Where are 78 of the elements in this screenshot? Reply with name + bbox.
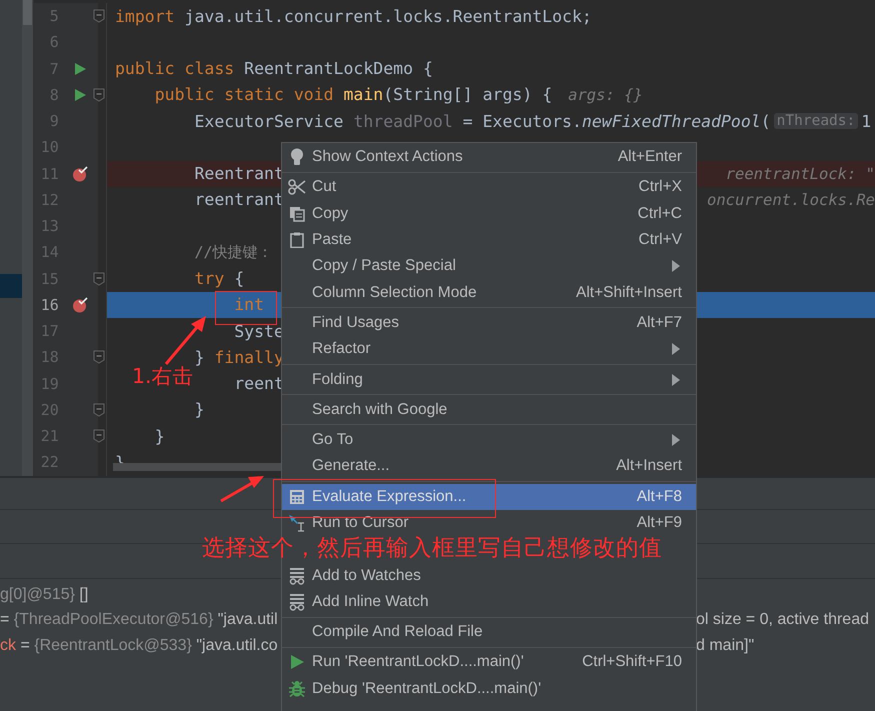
code-text: int xyxy=(234,295,264,314)
menu-item[interactable]: Run 'ReentrantLockD....main()' Ctrl+Shift+F10 xyxy=(282,649,696,676)
menu-item[interactable]: Add to Watches xyxy=(282,562,696,589)
code-text: Reentrant xyxy=(194,164,284,184)
run-icon[interactable] xyxy=(72,62,87,76)
code-text: } xyxy=(194,400,204,420)
selected-row xyxy=(0,274,22,298)
menu-item[interactable]: Column Selection Mode Alt+Shift+Insert xyxy=(282,279,696,306)
scrollbar[interactable] xyxy=(113,463,281,471)
shortcut-label: Ctrl+Shift+F10 xyxy=(582,653,682,672)
variable-text: = {ThreadPoolExecutor@516} "java.util xyxy=(0,611,278,630)
menu-item[interactable]: Copy / Paste Special xyxy=(282,253,696,280)
shortcut-label: Alt+F9 xyxy=(636,514,682,532)
fold-icon[interactable] xyxy=(93,9,105,24)
code-text: public class ReentrantLockDemo { xyxy=(115,59,433,78)
run-icon[interactable] xyxy=(72,88,87,102)
fold-icon[interactable] xyxy=(93,350,105,364)
menu-item[interactable]: Debug 'ReentrantLockD....main()' xyxy=(282,676,696,702)
fold-icon[interactable] xyxy=(93,429,105,444)
shortcut-label: Alt+F8 xyxy=(636,488,682,506)
shortcut-label: Ctrl+X xyxy=(638,178,682,196)
menu-item[interactable]: Go To xyxy=(282,426,696,454)
menu-item[interactable]: Cut Ctrl+X xyxy=(282,174,696,201)
code-text: } finally xyxy=(194,348,284,367)
code-text: } xyxy=(154,426,165,446)
menu-item[interactable]: Compile And Reload File xyxy=(282,619,696,646)
annotation-text: 1.右击 xyxy=(132,363,194,390)
menu-item[interactable]: Search with Google xyxy=(282,396,696,423)
watch-list-icon xyxy=(288,566,306,585)
shortcut-label: Ctrl+V xyxy=(638,231,682,250)
menu-item[interactable]: Show Context Actions Alt+Enter xyxy=(282,144,696,170)
parameter-hint: nThreads: xyxy=(774,113,858,130)
code-text: try { xyxy=(194,269,244,288)
inline-value: args: {} xyxy=(568,86,643,104)
scrollbar[interactable] xyxy=(22,0,33,476)
clipboard-icon xyxy=(290,232,304,248)
breakpoint-icon[interactable] xyxy=(72,166,88,182)
calculator-icon xyxy=(289,488,305,505)
code-text: reentrant xyxy=(194,190,284,210)
inline-value: oncurrent.locks.Re xyxy=(707,190,875,209)
scissors-icon xyxy=(288,179,306,196)
shortcut-label: Alt+Enter xyxy=(618,148,682,166)
shortcut-label: Alt+F7 xyxy=(636,314,682,332)
code-text: reent xyxy=(234,374,284,394)
code-text: //快捷键： xyxy=(194,242,273,262)
annotation-text: 选择这个，然后再输入框里写自己想修改的值 xyxy=(202,534,662,563)
copy-icon xyxy=(289,206,305,222)
cursor-arrow-icon xyxy=(288,514,306,532)
shortcut-label: Alt+Insert xyxy=(616,457,682,476)
code-text: ExecutorService threadPool = Executors.newFixedThreadPool( xyxy=(194,112,771,131)
menu-item[interactable]: Add Inline Watch xyxy=(282,588,696,616)
menu-item[interactable]: Generate... Alt+Insert xyxy=(282,453,696,480)
code-text: import java.util.concurrent.locks.ReentrantLock; xyxy=(115,6,592,26)
variable-text: ol size = 0, active thread xyxy=(696,611,870,630)
watch-list-icon xyxy=(288,592,306,611)
code-text: public static void main(String[] args) { xyxy=(154,85,552,104)
lightbulb-icon xyxy=(290,148,304,166)
variable-text: ck = {ReentrantLock@533} "java.util.co xyxy=(0,636,278,655)
breakpoint-icon[interactable] xyxy=(72,296,88,313)
play-icon xyxy=(289,654,305,670)
variable-text: g[0]@515} [] xyxy=(0,586,88,604)
menu-item[interactable]: Paste Ctrl+V xyxy=(282,226,696,254)
fold-icon[interactable] xyxy=(93,402,105,417)
inline-value: reentrantLock: " xyxy=(726,164,875,183)
fold-icon[interactable] xyxy=(93,88,105,102)
line-number: 16 xyxy=(40,296,59,314)
menu-item[interactable]: Folding xyxy=(282,366,696,393)
shortcut-label: Ctrl+C xyxy=(638,204,682,223)
menu-item[interactable]: Evaluate Expression... Alt+F8 xyxy=(282,484,696,510)
shortcut-label: Alt+Shift+Insert xyxy=(576,284,682,302)
bug-icon xyxy=(288,680,306,698)
menu-item[interactable]: Copy Ctrl+C xyxy=(282,200,696,227)
menu-item[interactable]: Refactor xyxy=(282,336,696,362)
menu-item[interactable]: Find Usages Alt+F7 xyxy=(282,310,696,336)
variable-text: d main]" xyxy=(696,636,756,655)
fold-icon[interactable] xyxy=(93,272,105,286)
highlight-frame xyxy=(215,291,277,325)
code-text: 1 xyxy=(861,112,872,131)
